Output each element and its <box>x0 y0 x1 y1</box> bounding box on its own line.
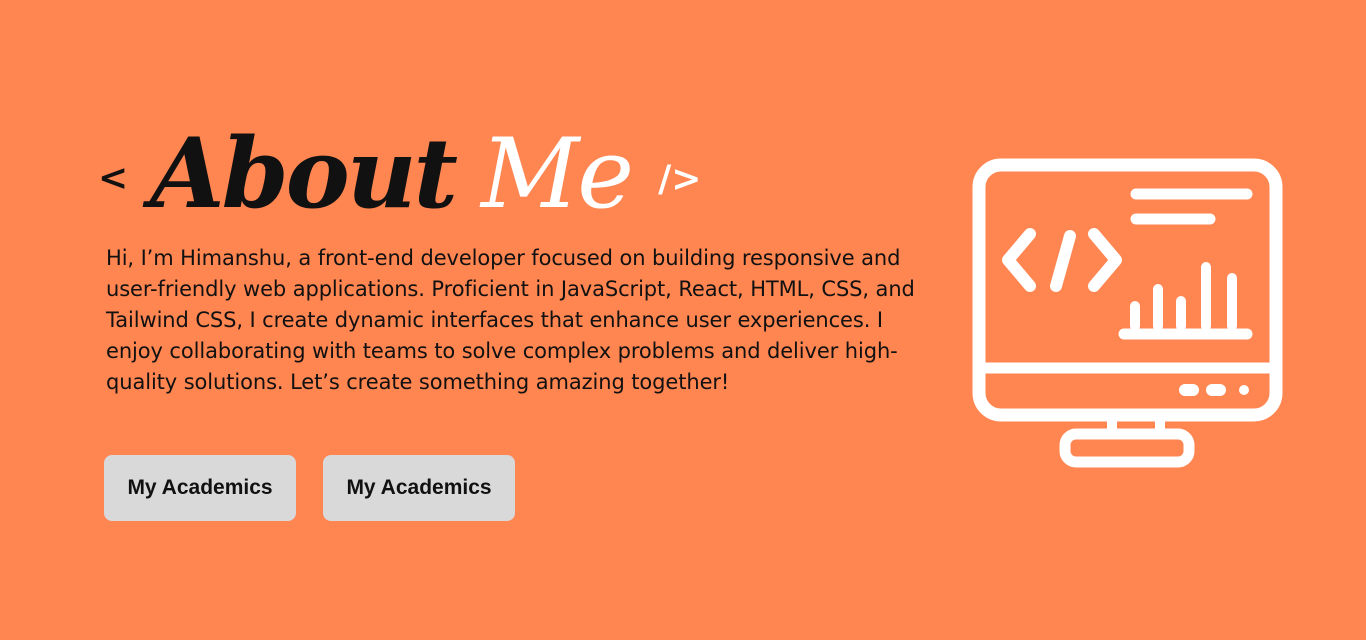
heading-word-about: About <box>150 117 458 230</box>
about-section: < About Me /> Hi, I’m Himanshu, a front-… <box>0 0 1366 640</box>
about-bio: Hi, I’m Himanshu, a front-end developer … <box>106 246 915 394</box>
heading-close-bracket: /> <box>658 158 702 200</box>
about-heading: < About Me /> <box>98 118 701 230</box>
academics-button-1[interactable]: My Academics <box>104 455 296 521</box>
heading-word-me: Me <box>480 118 634 230</box>
code-bracket-left-icon <box>1002 228 1036 292</box>
heading-open-bracket: < <box>98 157 129 199</box>
computer-code-monitor-icon <box>972 158 1283 468</box>
button-group: My Academics My Academics <box>104 455 515 521</box>
code-bracket-right-icon <box>1088 228 1122 292</box>
code-slash-icon <box>1050 230 1076 292</box>
academics-button-2[interactable]: My Academics <box>323 455 515 521</box>
